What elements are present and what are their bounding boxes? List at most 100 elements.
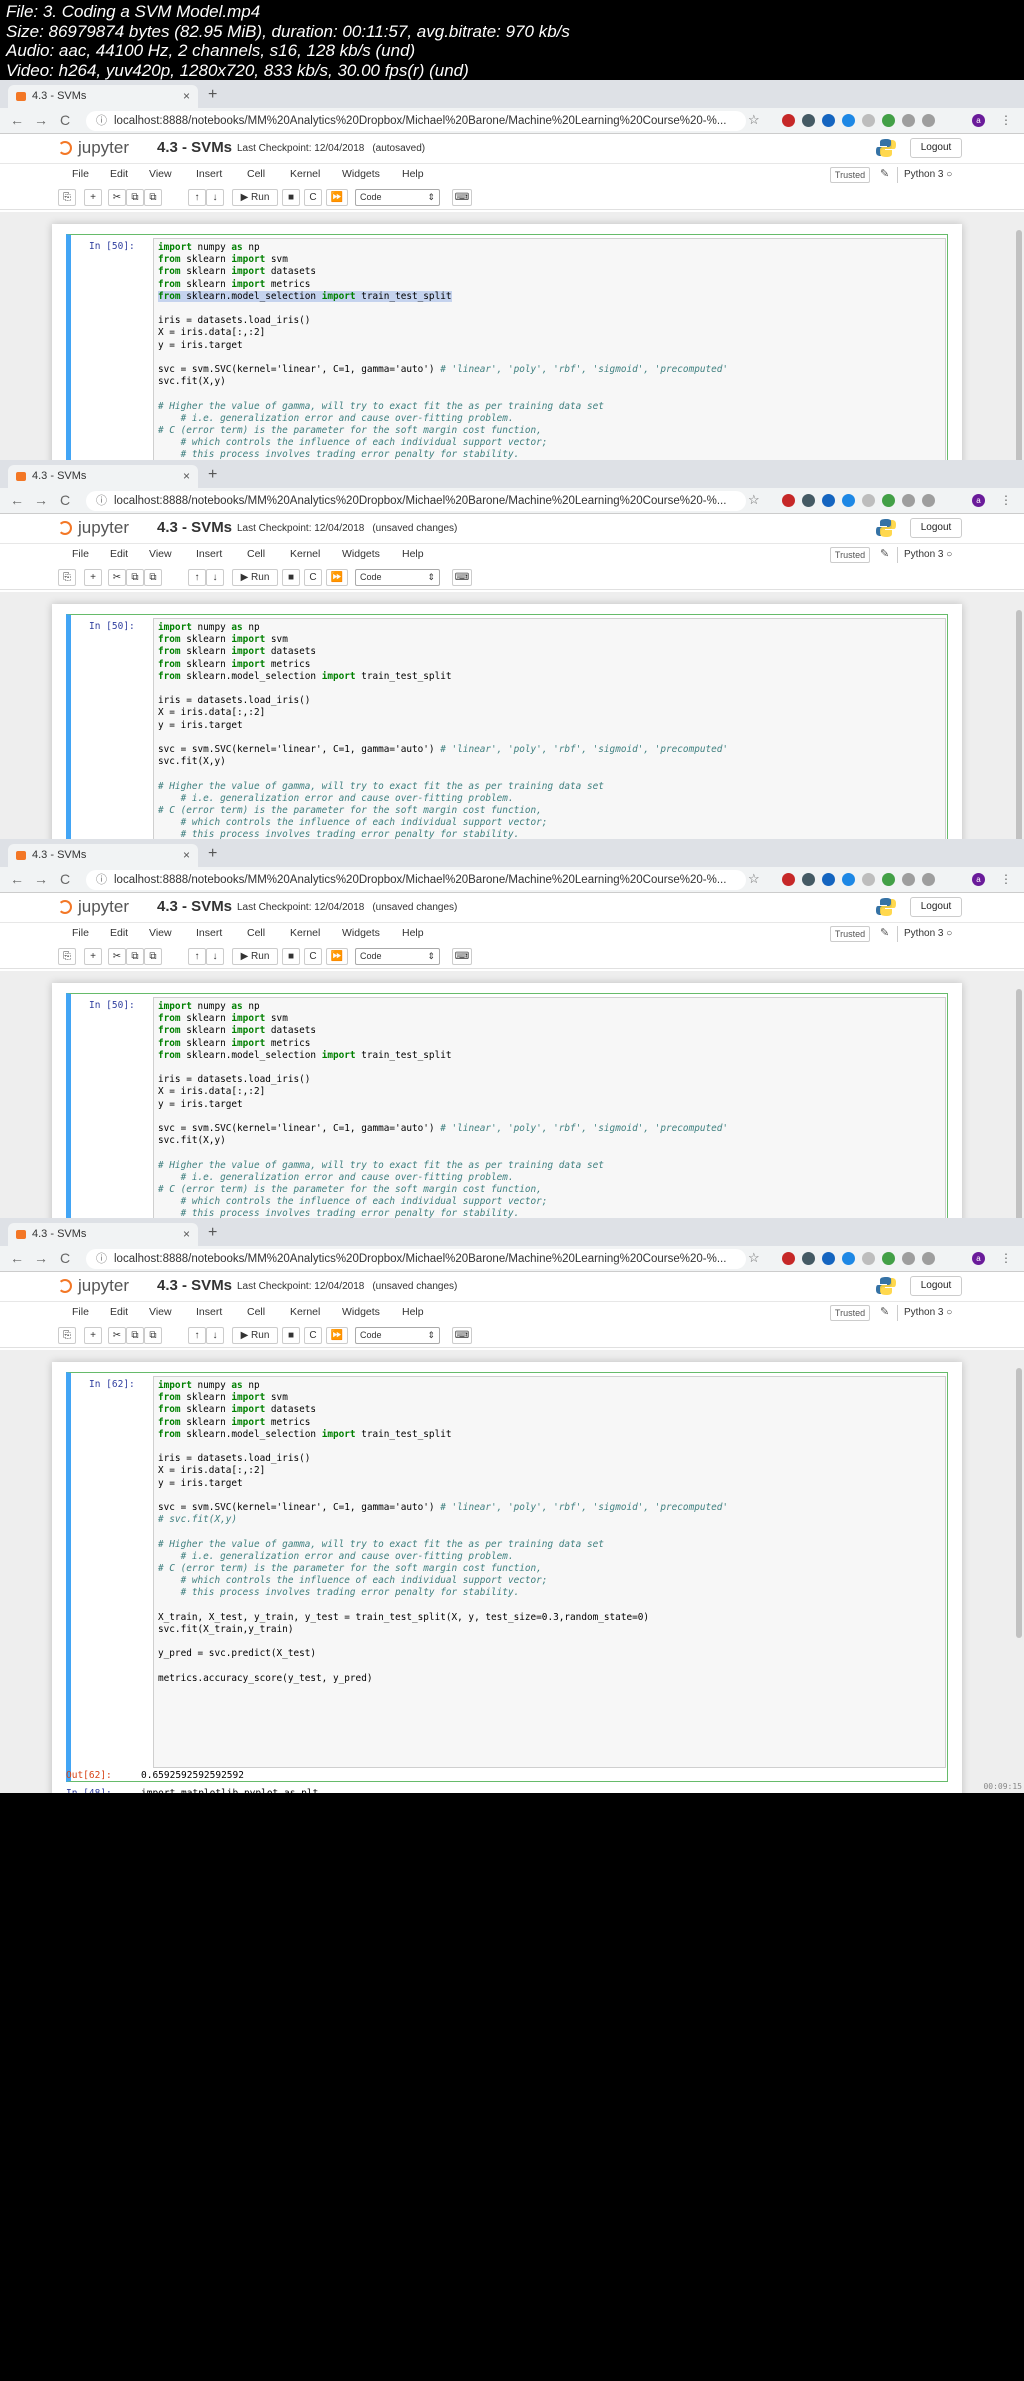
copy-button[interactable]: ⧉	[126, 569, 144, 586]
reload-icon[interactable]: C	[60, 1249, 70, 1267]
menu-widgets[interactable]: Widgets	[342, 1306, 380, 1318]
browser-menu-icon[interactable]: ⋮	[1000, 1249, 1012, 1267]
site-info-icon[interactable]: ⓘ	[96, 111, 107, 131]
back-icon[interactable]: ←	[10, 1249, 24, 1267]
site-info-icon[interactable]: ⓘ	[96, 870, 107, 890]
grammarly-icon[interactable]	[882, 1252, 895, 1265]
browser-menu-icon[interactable]: ⋮	[1000, 491, 1012, 509]
extension-icon[interactable]	[782, 494, 795, 507]
menu-file[interactable]: File	[72, 1306, 89, 1318]
bookmark-star-icon[interactable]: ☆	[748, 492, 760, 508]
insert-cell-button[interactable]: +	[84, 569, 102, 586]
restart-run-all-button[interactable]: ⏩	[326, 569, 348, 586]
extension-icon[interactable]	[802, 494, 815, 507]
menu-view[interactable]: View	[149, 548, 172, 560]
code-cell[interactable]: In [62]: import numpy as np from sklearn…	[66, 1372, 948, 1782]
logout-button[interactable]: Logout	[910, 138, 962, 158]
forward-icon[interactable]: →	[34, 1249, 48, 1267]
new-tab-button[interactable]: +	[208, 844, 217, 864]
insert-cell-button[interactable]: +	[84, 948, 102, 965]
back-icon[interactable]: ←	[10, 870, 24, 888]
bookmark-star-icon[interactable]: ☆	[748, 871, 760, 887]
menu-view[interactable]: View	[149, 927, 172, 939]
new-tab-button[interactable]: +	[208, 1223, 217, 1243]
extension-icon[interactable]	[802, 873, 815, 886]
bookmark-star-icon[interactable]: ☆	[748, 112, 760, 128]
url-input[interactable]: ⓘ localhost:8888/notebooks/MM%20Analytic…	[86, 491, 746, 511]
paste-button[interactable]: ⧉	[144, 1327, 162, 1344]
grammarly-icon[interactable]	[882, 873, 895, 886]
site-info-icon[interactable]: ⓘ	[96, 491, 107, 511]
menu-help[interactable]: Help	[402, 548, 424, 560]
reload-icon[interactable]: C	[60, 491, 70, 509]
browser-menu-icon[interactable]: ⋮	[1000, 870, 1012, 888]
menu-edit[interactable]: Edit	[110, 1306, 128, 1318]
cell-type-select[interactable]: Code ⇕	[355, 189, 440, 206]
url-input[interactable]: ⓘ localhost:8888/notebooks/MM%20Analytic…	[86, 111, 746, 131]
site-info-icon[interactable]: ⓘ	[96, 1249, 107, 1269]
menu-kernel[interactable]: Kernel	[290, 927, 320, 939]
cell-type-select[interactable]: Code ⇕	[355, 1327, 440, 1344]
menu-cell[interactable]: Cell	[247, 548, 265, 560]
menu-edit[interactable]: Edit	[110, 548, 128, 560]
menu-edit[interactable]: Edit	[110, 168, 128, 180]
menu-insert[interactable]: Insert	[196, 548, 222, 560]
new-tab-button[interactable]: +	[208, 85, 217, 105]
extension-icon[interactable]	[842, 494, 855, 507]
extension-icon[interactable]	[922, 873, 935, 886]
browser-tab[interactable]: 4.3 - SVMs ×	[8, 85, 198, 108]
copy-button[interactable]: ⧉	[126, 948, 144, 965]
forward-icon[interactable]: →	[34, 111, 48, 129]
restart-run-all-button[interactable]: ⏩	[326, 1327, 348, 1344]
move-up-button[interactable]: ↑	[188, 948, 206, 965]
grammarly-icon[interactable]	[882, 494, 895, 507]
run-button[interactable]: ▶ Run	[232, 189, 278, 206]
cut-button[interactable]: ✂	[108, 189, 126, 206]
menu-cell[interactable]: Cell	[247, 1306, 265, 1318]
trusted-badge[interactable]: Trusted	[830, 547, 870, 563]
extension-icon[interactable]	[842, 1252, 855, 1265]
dropbox-icon[interactable]	[822, 1252, 835, 1265]
notebook-title[interactable]: 4.3 - SVMs	[157, 139, 232, 156]
menu-help[interactable]: Help	[402, 168, 424, 180]
restart-run-all-button[interactable]: ⏩	[326, 948, 348, 965]
menu-view[interactable]: View	[149, 1306, 172, 1318]
menu-insert[interactable]: Insert	[196, 168, 222, 180]
logout-button[interactable]: Logout	[910, 897, 962, 917]
command-palette-button[interactable]: ⌨	[452, 569, 472, 586]
extension-icon[interactable]	[802, 1252, 815, 1265]
reload-icon[interactable]: C	[60, 870, 70, 888]
forward-icon[interactable]: →	[34, 870, 48, 888]
command-palette-button[interactable]: ⌨	[452, 189, 472, 206]
save-button[interactable]: ⎘	[58, 189, 76, 206]
reload-icon[interactable]: C	[60, 111, 70, 129]
trusted-badge[interactable]: Trusted	[830, 1305, 870, 1321]
dropbox-icon[interactable]	[822, 494, 835, 507]
cell-type-select[interactable]: Code ⇕	[355, 948, 440, 965]
logout-button[interactable]: Logout	[910, 518, 962, 538]
menu-widgets[interactable]: Widgets	[342, 927, 380, 939]
cut-button[interactable]: ✂	[108, 948, 126, 965]
menu-file[interactable]: File	[72, 548, 89, 560]
extension-icon[interactable]	[862, 114, 875, 127]
url-input[interactable]: ⓘ localhost:8888/notebooks/MM%20Analytic…	[86, 1249, 746, 1269]
extension-icon[interactable]	[902, 1252, 915, 1265]
menu-view[interactable]: View	[149, 168, 172, 180]
menu-cell[interactable]: Cell	[247, 927, 265, 939]
cell-type-select[interactable]: Code ⇕	[355, 569, 440, 586]
trusted-badge[interactable]: Trusted	[830, 167, 870, 183]
restart-button[interactable]: C	[304, 189, 322, 206]
profile-avatar[interactable]: a	[972, 494, 985, 507]
save-button[interactable]: ⎘	[58, 1327, 76, 1344]
run-button[interactable]: ▶ Run	[232, 948, 278, 965]
menu-help[interactable]: Help	[402, 927, 424, 939]
next-cell-code[interactable]: import matplotlib.pyplot as plt	[141, 1788, 318, 1793]
copy-button[interactable]: ⧉	[126, 1327, 144, 1344]
code-input[interactable]: import numpy as np from sklearn import s…	[153, 1376, 946, 1768]
restart-button[interactable]: C	[304, 1327, 322, 1344]
back-icon[interactable]: ←	[10, 111, 24, 129]
move-down-button[interactable]: ↓	[206, 569, 224, 586]
restart-button[interactable]: C	[304, 948, 322, 965]
menu-file[interactable]: File	[72, 927, 89, 939]
tab-close-icon[interactable]: ×	[183, 465, 190, 488]
